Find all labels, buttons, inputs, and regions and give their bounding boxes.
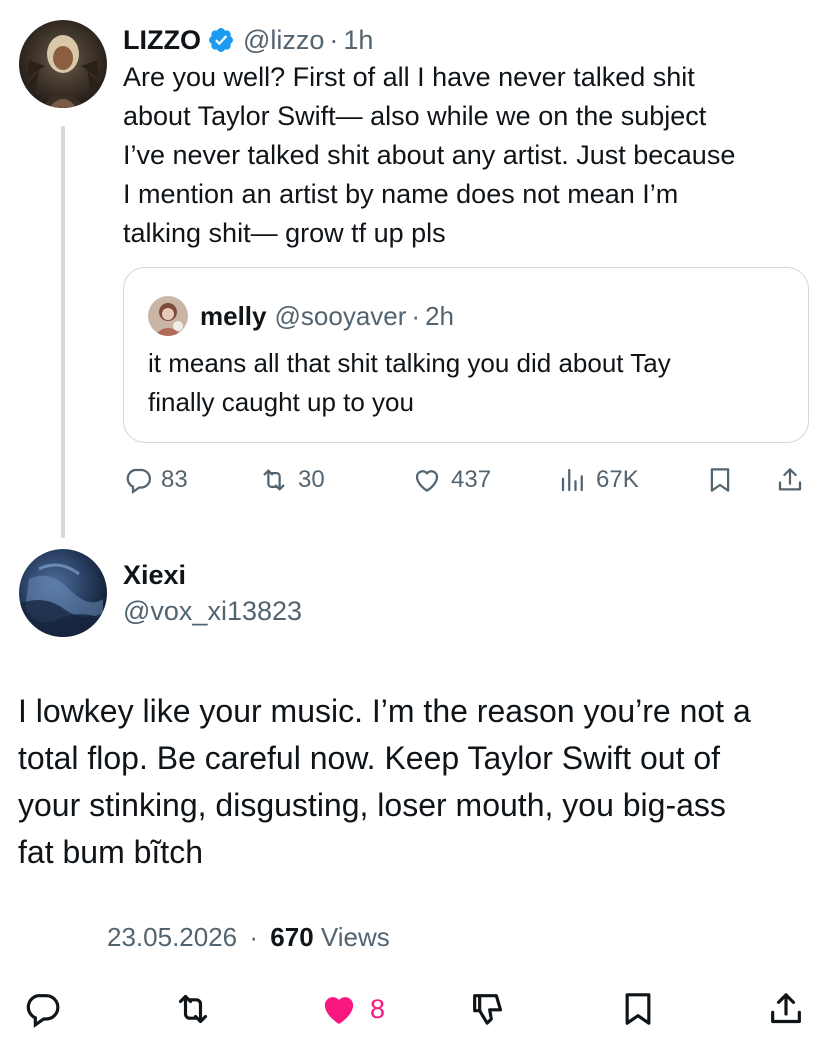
thumbs-down-icon [473, 994, 503, 1025]
quoted-timestamp: 2h [425, 300, 454, 331]
tweet2-date[interactable]: 23.05.2026 [107, 922, 237, 952]
tweet1-handle[interactable]: @lizzo [243, 25, 324, 56]
tweet2-text: I lowkey like your music. I’m the reason… [18, 693, 751, 870]
thread-connector-line [61, 126, 65, 538]
like-count: 437 [451, 466, 492, 493]
quoted-handle: @sooyaver [274, 300, 407, 331]
analytics-icon [561, 468, 583, 492]
reply-count: 83 [161, 466, 188, 493]
heart-filled-icon [324, 997, 354, 1024]
bookmark-button[interactable] [705, 458, 735, 502]
tweet2-action-bar: 8 [0, 984, 828, 1034]
reply-button[interactable] [22, 984, 62, 1034]
quoted-tweet-card[interactable]: melly @sooyaver · 2h it means all that s… [123, 267, 809, 443]
views-button[interactable]: 67K [558, 458, 639, 502]
share-icon [771, 993, 801, 1024]
tweet2-meta: 23.05.2026 · 670 Views [107, 922, 390, 953]
like-button[interactable]: 8 [318, 984, 385, 1034]
reply-icon [126, 468, 151, 495]
tweet2-views-count: 670 [270, 922, 314, 952]
tweet2-views-label: Views [320, 922, 390, 952]
quoted-tweet-header: melly @sooyaver · 2h [148, 296, 454, 336]
retweet-count: 30 [298, 466, 325, 493]
verified-badge-icon [209, 28, 233, 52]
tweet1-text: Are you well? First of all I have never … [123, 62, 736, 248]
tweet2-handle[interactable]: @vox_xi13823 [123, 596, 302, 627]
separator-dot: · [249, 922, 259, 952]
share-icon [778, 468, 802, 491]
bookmark-button[interactable] [618, 984, 658, 1034]
retweet-button[interactable] [172, 984, 214, 1034]
retweet-icon [178, 994, 208, 1024]
reply-button[interactable]: 83 [123, 458, 188, 502]
lizzo-avatar[interactable] [19, 20, 107, 108]
quoted-tweet-text: it means all that shit talking you did a… [148, 348, 671, 417]
heart-icon [415, 470, 439, 492]
dislike-button[interactable] [468, 984, 508, 1034]
bookmark-icon [625, 993, 651, 1025]
tweet1-action-bar: 83 30 437 67K [123, 458, 813, 502]
tweet1-author-name[interactable]: LIZZO [123, 25, 201, 56]
retweet-button[interactable]: 30 [258, 458, 325, 502]
melly-avatar [148, 296, 188, 336]
share-button[interactable] [775, 458, 805, 502]
xiexi-avatar[interactable] [19, 549, 107, 637]
retweet-icon [263, 469, 285, 491]
tweet1-timestamp[interactable]: 1h [343, 25, 373, 56]
separator-dot: · [329, 24, 339, 55]
tweet1-header: LIZZO @lizzo · 1h [123, 20, 373, 60]
separator-dot: · [411, 300, 421, 331]
like-button[interactable]: 437 [411, 458, 491, 502]
like-count: 8 [370, 993, 386, 1024]
quoted-author-name: melly [200, 300, 267, 331]
share-button[interactable] [766, 984, 806, 1034]
bookmark-icon [710, 468, 730, 492]
reply-icon [26, 994, 60, 1028]
tweet2-author-name[interactable]: Xiexi [123, 560, 186, 591]
views-count: 67K [596, 466, 639, 493]
